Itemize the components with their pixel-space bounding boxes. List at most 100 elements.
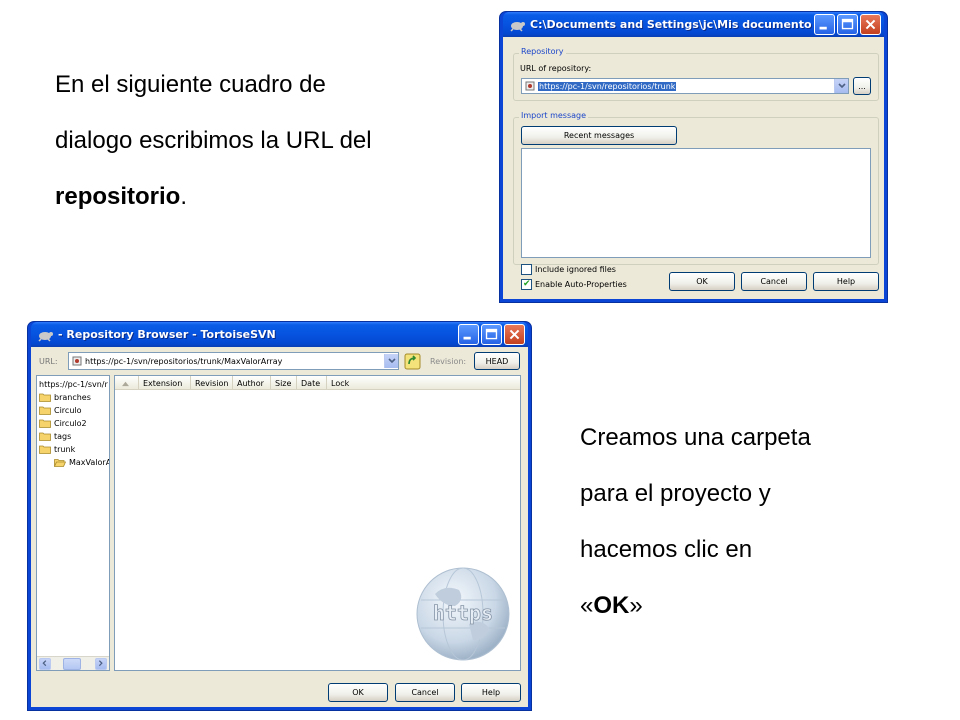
caption-top-bold: repositorio bbox=[55, 183, 181, 210]
close-icon bbox=[865, 19, 876, 30]
ok-button[interactable]: OK bbox=[669, 272, 735, 291]
tree-item[interactable]: tags bbox=[39, 430, 71, 442]
folder-icon bbox=[39, 419, 51, 428]
auto-properties-checkbox[interactable] bbox=[521, 278, 532, 290]
sort-column[interactable] bbox=[115, 376, 139, 390]
column-extension[interactable]: Extension bbox=[139, 376, 191, 390]
close-button[interactable] bbox=[860, 14, 881, 35]
tree-item-label: tags bbox=[54, 431, 72, 441]
file-list[interactable]: Extension Revision Author Size Date Lock… bbox=[114, 375, 521, 671]
revision-button[interactable]: HEAD bbox=[474, 352, 520, 370]
repo-browser-titlebar[interactable]: - Repository Browser - TortoiseSVN bbox=[31, 322, 528, 347]
caption-bottom-line-1: Creamos una carpeta bbox=[580, 424, 811, 451]
browse-button[interactable]: ... bbox=[853, 77, 871, 95]
url-combo[interactable]: https://pc-1/svn/repositorios/trunk bbox=[521, 78, 849, 94]
dropdown-arrow[interactable] bbox=[834, 79, 848, 93]
ok-button[interactable]: OK bbox=[328, 683, 388, 702]
tree-item[interactable]: branches bbox=[39, 391, 91, 403]
column-date[interactable]: Date bbox=[297, 376, 327, 390]
help-button[interactable]: Help bbox=[461, 683, 521, 702]
url-value: https://pc-1/svn/repositorios/trunk bbox=[538, 81, 677, 91]
tree-item[interactable]: Circulo bbox=[39, 404, 82, 416]
revision-label: Revision: bbox=[430, 357, 467, 366]
minimize-icon bbox=[463, 336, 471, 340]
column-revision[interactable]: Revision bbox=[191, 376, 233, 390]
caption-bottom-line-4: «OK» bbox=[580, 578, 940, 634]
repo-icon bbox=[72, 356, 82, 366]
maximize-icon bbox=[841, 18, 854, 30]
chevron-down-icon bbox=[388, 358, 396, 364]
recent-messages-button[interactable]: Recent messages bbox=[521, 126, 677, 145]
sort-up-icon bbox=[122, 381, 129, 386]
tree-item[interactable]: MaxValorA bbox=[54, 456, 110, 468]
dropdown-arrow[interactable] bbox=[384, 354, 398, 368]
import-dialog-title: C:\Documents and Settings\jc\Mis documen… bbox=[530, 18, 812, 31]
tree-item[interactable]: Circulo2 bbox=[39, 417, 87, 429]
maximize-button[interactable] bbox=[837, 14, 858, 35]
include-ignored-label: Include ignored files bbox=[535, 265, 616, 274]
https-globe-icon: https bbox=[416, 567, 510, 661]
import-dialog-body: Repository URL of repository: https://pc… bbox=[503, 37, 884, 299]
chevron-down-icon bbox=[838, 83, 846, 89]
url-label: URL of repository: bbox=[520, 64, 592, 73]
close-button[interactable] bbox=[504, 324, 525, 345]
repo-icon bbox=[525, 81, 535, 91]
folder-icon bbox=[39, 393, 51, 402]
minimize-button[interactable] bbox=[458, 324, 479, 345]
url-combo[interactable]: https://pc-1/svn/repositorios/trunk/MaxV… bbox=[68, 352, 399, 370]
minimize-icon bbox=[819, 26, 827, 30]
url-label: URL: bbox=[39, 357, 58, 366]
maximize-button[interactable] bbox=[481, 324, 502, 345]
tortoise-icon bbox=[510, 21, 525, 32]
tree-item-label: Circulo2 bbox=[54, 418, 87, 428]
scroll-thumb[interactable] bbox=[63, 658, 81, 670]
column-lock[interactable]: Lock bbox=[327, 376, 357, 390]
auto-properties-label: Enable Auto-Properties bbox=[535, 280, 627, 289]
chevron-right-icon bbox=[98, 660, 103, 667]
url-value: https://pc-1/svn/repositorios/trunk/MaxV… bbox=[85, 356, 283, 366]
repo-tree[interactable]: https://pc-1/svn/r branches Circulo Circulo… bbox=[36, 375, 110, 671]
caption-top-line-1: En el siguiente cuadro de bbox=[55, 71, 326, 98]
help-button[interactable]: Help bbox=[813, 272, 879, 291]
column-size[interactable]: Size bbox=[271, 376, 297, 390]
cancel-button[interactable]: Cancel bbox=[741, 272, 807, 291]
caption-top: En el siguiente cuadro de dialogo escrib… bbox=[55, 57, 475, 225]
cancel-button[interactable]: Cancel bbox=[395, 683, 455, 702]
globe-text: https bbox=[433, 601, 493, 625]
caption-bottom-open-quote: « bbox=[580, 592, 594, 619]
message-textarea[interactable] bbox=[521, 148, 871, 258]
caption-bottom-close-quote: » bbox=[629, 592, 643, 619]
scroll-left-button[interactable] bbox=[39, 658, 51, 670]
repo-browser-body: URL: https://pc-1/svn/repositorios/trunk… bbox=[31, 347, 528, 707]
tortoise-icon bbox=[38, 331, 53, 342]
import-dialog-titlebar[interactable]: C:\Documents and Settings\jc\Mis documen… bbox=[503, 12, 884, 37]
include-ignored-checkbox[interactable] bbox=[521, 264, 532, 275]
tree-item-label: MaxValorA bbox=[69, 457, 110, 467]
go-icon[interactable] bbox=[404, 353, 421, 370]
column-author[interactable]: Author bbox=[233, 376, 271, 390]
tree-item-label: trunk bbox=[54, 444, 76, 454]
folder-icon bbox=[39, 445, 51, 454]
caption-bottom-line-3: hacemos clic en bbox=[580, 536, 753, 563]
close-icon bbox=[509, 329, 520, 340]
maximize-icon bbox=[485, 328, 498, 340]
repo-browser-window: - Repository Browser - TortoiseSVN URL: … bbox=[27, 321, 532, 711]
caption-bottom: Creamos una carpeta para el proyecto y h… bbox=[580, 410, 940, 634]
tree-item-label: branches bbox=[54, 392, 91, 402]
tree-scrollbar[interactable] bbox=[37, 656, 109, 670]
folder-icon bbox=[39, 406, 51, 415]
tree-item[interactable]: trunk bbox=[39, 443, 75, 455]
import-message-label: Import message bbox=[519, 111, 589, 120]
chevron-left-icon bbox=[42, 660, 47, 667]
repo-browser-title: - Repository Browser - TortoiseSVN bbox=[58, 328, 276, 341]
tree-item-label: Circulo bbox=[54, 405, 82, 415]
tree-root-item[interactable]: https://pc-1/svn/r bbox=[39, 378, 108, 390]
scroll-right-button[interactable] bbox=[95, 658, 107, 670]
caption-top-line-2: dialogo escribimos la URL del bbox=[55, 127, 372, 154]
tree-item-label: https://pc-1/svn/r bbox=[39, 379, 108, 389]
folder-icon bbox=[39, 432, 51, 441]
caption-top-line-3: repositorio. bbox=[55, 169, 475, 225]
minimize-button[interactable] bbox=[814, 14, 835, 35]
file-list-header: Extension Revision Author Size Date Lock bbox=[115, 376, 520, 390]
caption-bottom-bold: OK bbox=[593, 592, 630, 619]
